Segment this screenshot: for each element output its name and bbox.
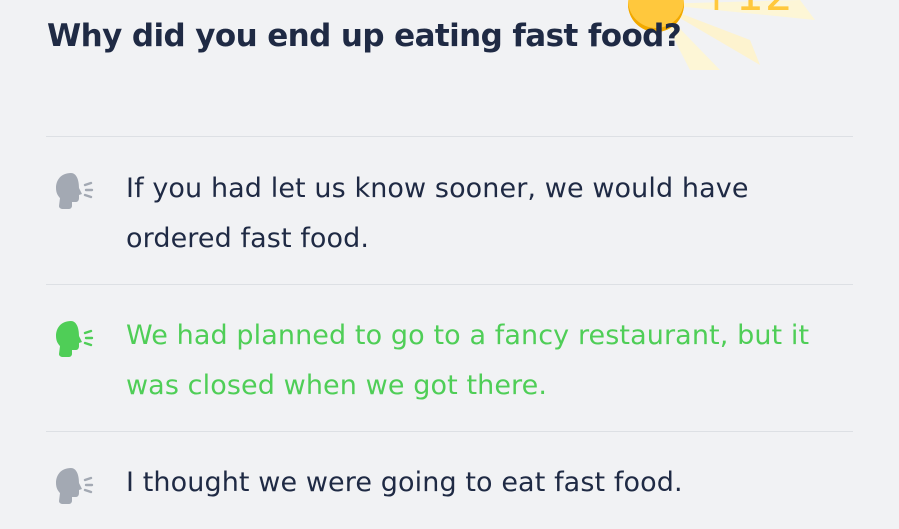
answer-option-text: We had planned to go to a fancy restaura… bbox=[126, 320, 810, 401]
answer-options-list: If you had let us know sooner, we would … bbox=[46, 136, 853, 529]
answer-option-3[interactable]: I thought we were going to eat fast food… bbox=[46, 431, 853, 529]
speaking-head-icon bbox=[56, 321, 94, 357]
question-title: Why did you end up eating fast food? bbox=[47, 18, 682, 54]
speaking-head-icon bbox=[56, 468, 94, 504]
answer-option-text: If you had let us know sooner, we would … bbox=[126, 173, 749, 254]
reward-count: +12 bbox=[698, 0, 794, 18]
answer-option-text: I thought we were going to eat fast food… bbox=[126, 467, 683, 498]
quiz-screen: +12 Why did you end up eating fast food?… bbox=[0, 0, 899, 529]
answer-option-1[interactable]: If you had let us know sooner, we would … bbox=[46, 136, 853, 284]
answer-option-2[interactable]: We had planned to go to a fancy restaura… bbox=[46, 284, 853, 431]
speaking-head-icon bbox=[56, 173, 94, 209]
